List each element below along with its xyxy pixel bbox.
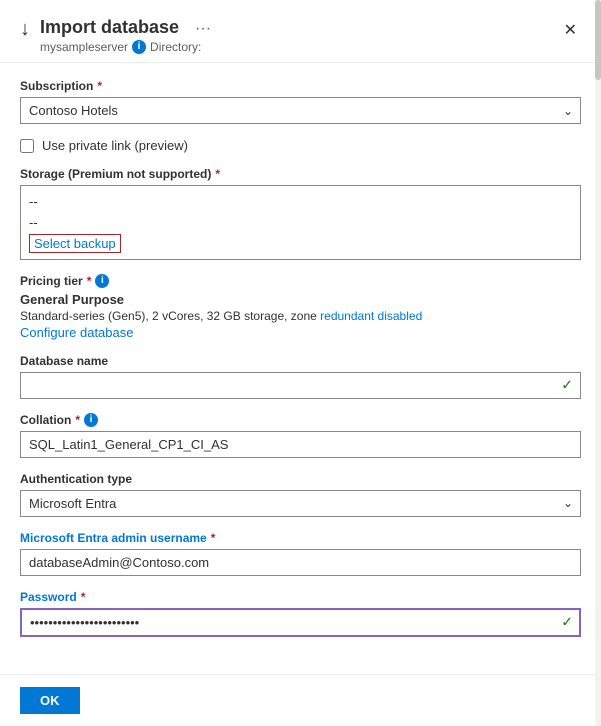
panel-header: ↓ Import database ··· mysampleserver i D… xyxy=(0,0,601,63)
header-left: ↓ Import database ··· mysampleserver i D… xyxy=(20,16,211,54)
panel-body: Subscription * Contoso Hotels ⌄ Use priv… xyxy=(0,63,601,674)
scrollbar-thumb[interactable] xyxy=(595,0,601,80)
private-link-label: Use private link (preview) xyxy=(42,138,188,153)
pricing-tier-label: Pricing tier * i xyxy=(20,274,581,288)
required-star-storage: * xyxy=(215,167,220,181)
required-star-password: * xyxy=(81,590,86,604)
import-icon: ↓ xyxy=(20,18,30,41)
required-star: * xyxy=(97,79,102,93)
password-input[interactable] xyxy=(20,608,581,637)
subscription-field: Subscription * Contoso Hotels ⌄ xyxy=(20,79,581,124)
auth-type-select-wrapper: Microsoft Entra ⌄ xyxy=(20,490,581,517)
panel-footer: OK xyxy=(0,674,601,726)
pricing-tier-field: Pricing tier * i General Purpose Standar… xyxy=(20,274,581,340)
more-options-icon[interactable]: ··· xyxy=(195,20,211,38)
storage-line-1: -- xyxy=(29,192,572,213)
close-button[interactable]: ✕ xyxy=(560,16,581,44)
private-link-checkbox[interactable] xyxy=(20,139,34,153)
server-name: mysampleserver xyxy=(40,40,128,54)
subscription-select[interactable]: Contoso Hotels xyxy=(20,97,581,124)
scrollbar-track xyxy=(595,0,601,726)
check-icon: ✓ xyxy=(561,377,573,394)
configure-database-link[interactable]: Configure database xyxy=(20,325,133,340)
password-field: Password * ✓ xyxy=(20,590,581,637)
admin-username-wrapper xyxy=(20,549,581,576)
import-database-panel: ↓ Import database ··· mysampleserver i D… xyxy=(0,0,601,726)
auth-type-select[interactable]: Microsoft Entra xyxy=(20,490,581,517)
auth-type-label: Authentication type xyxy=(20,472,581,486)
auth-type-field: Authentication type Microsoft Entra ⌄ xyxy=(20,472,581,517)
collation-field: Collation * i xyxy=(20,413,581,458)
collation-wrapper xyxy=(20,431,581,458)
tier-detail: Standard-series (Gen5), 2 vCores, 32 GB … xyxy=(20,309,581,323)
subscription-select-wrapper: Contoso Hotels ⌄ xyxy=(20,97,581,124)
required-star-collation: * xyxy=(75,413,80,427)
ok-button[interactable]: OK xyxy=(20,687,80,714)
database-name-label: Database name xyxy=(20,354,581,368)
select-backup-button[interactable]: Select backup xyxy=(29,234,121,253)
admin-username-label: Microsoft Entra admin username * xyxy=(20,531,581,545)
subscription-label: Subscription * xyxy=(20,79,581,93)
storage-input-area: -- -- Select backup xyxy=(20,185,581,260)
admin-username-input[interactable] xyxy=(20,549,581,576)
panel-title: Import database xyxy=(40,17,179,38)
pricing-tier-details: General Purpose Standard-series (Gen5), … xyxy=(20,292,581,340)
info-icon[interactable]: i xyxy=(132,40,146,54)
header-title-group: Import database ··· mysampleserver i Dir… xyxy=(40,16,211,54)
header-subtitle: mysampleserver i Directory: xyxy=(40,40,211,54)
database-name-field: Database name ✓ xyxy=(20,354,581,399)
database-name-wrapper: ✓ xyxy=(20,372,581,399)
collation-label: Collation * i xyxy=(20,413,581,427)
storage-line-2: -- xyxy=(29,213,572,234)
required-star-admin: * xyxy=(211,531,216,545)
storage-label: Storage (Premium not supported) * xyxy=(20,167,581,181)
storage-field: Storage (Premium not supported) * -- -- … xyxy=(20,167,581,260)
collation-input[interactable] xyxy=(20,431,581,458)
password-check-icon: ✓ xyxy=(561,614,573,631)
directory-label: Directory: xyxy=(150,40,201,54)
admin-username-field: Microsoft Entra admin username * xyxy=(20,531,581,576)
collation-info-icon[interactable]: i xyxy=(84,413,98,427)
password-label: Password * xyxy=(20,590,581,604)
pricing-info-icon[interactable]: i xyxy=(95,274,109,288)
password-wrapper: ✓ xyxy=(20,608,581,637)
database-name-input[interactable] xyxy=(20,372,581,399)
private-link-group: Use private link (preview) xyxy=(20,138,581,153)
redundant-disabled-text: redundant disabled xyxy=(320,309,422,323)
tier-name: General Purpose xyxy=(20,292,581,307)
required-star-pricing: * xyxy=(87,274,92,288)
